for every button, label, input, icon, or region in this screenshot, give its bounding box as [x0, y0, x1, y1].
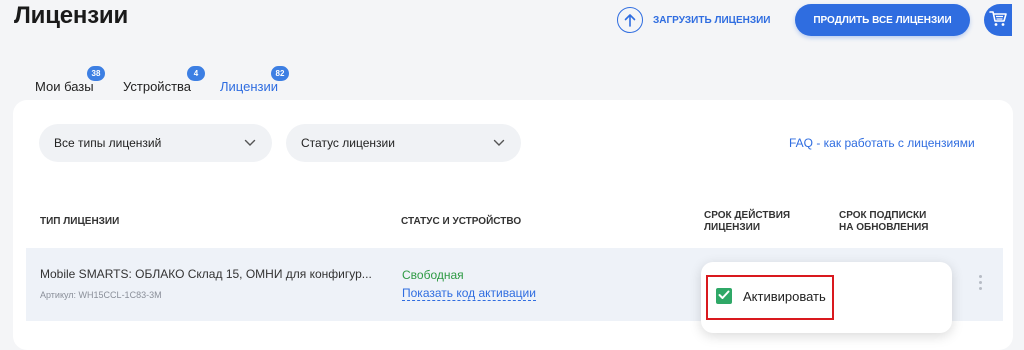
check-icon: [718, 287, 730, 305]
show-activation-code-link[interactable]: Показать код активации: [402, 286, 536, 301]
faq-link[interactable]: FAQ - как работать с лицензиями: [789, 136, 975, 150]
kebab-menu-icon[interactable]: [973, 272, 987, 292]
license-type-select[interactable]: Все типы лицензий: [39, 124, 272, 162]
activate-option[interactable]: Активировать: [743, 289, 826, 304]
tab-licenses-count-badge: 82: [271, 66, 289, 81]
renew-all-licenses-button[interactable]: ПРОДЛИТЬ ВСЕ ЛИЦЕНЗИИ: [795, 4, 970, 36]
upload-licenses-label: ЗАГРУЗИТЬ ЛИЦЕНЗИИ: [653, 14, 771, 26]
license-type-select-value: Все типы лицензий: [54, 136, 162, 150]
cart-button[interactable]: [984, 4, 1012, 36]
page-title: Лицензии: [14, 2, 129, 29]
license-status-select-value: Статус лицензии: [301, 136, 395, 150]
activate-checkbox[interactable]: [716, 288, 732, 304]
tab-licenses[interactable]: Лицензии: [220, 79, 278, 94]
tab-devices-count-badge: 4: [187, 66, 205, 81]
upload-icon: [617, 7, 643, 33]
column-header-status-device: СТАТУС И УСТРОЙСТВО: [401, 216, 522, 227]
chevron-down-icon: [493, 136, 505, 150]
license-sku: Артикул: WH15CCL-1C83-3M: [40, 290, 162, 300]
cart-icon: [988, 8, 1008, 33]
tab-my-databases[interactable]: Мои базы: [35, 79, 94, 94]
license-name: Mobile SMARTS: ОБЛАКО Склад 15, ОМНИ для…: [40, 267, 372, 281]
license-status-select[interactable]: Статус лицензии: [286, 124, 521, 162]
upload-licenses-button[interactable]: ЗАГРУЗИТЬ ЛИЦЕНЗИИ: [617, 7, 770, 33]
chevron-down-icon: [244, 136, 256, 150]
column-header-subscription: СРОК ПОДПИСКИ НА ОБНОВЛЕНИЯ: [839, 210, 929, 233]
license-status: Свободная: [402, 268, 464, 282]
column-header-license-validity: СРОК ДЕЙСТВИЯ ЛИЦЕНЗИИ: [704, 210, 791, 233]
tab-my-databases-count-badge: 38: [87, 66, 105, 81]
tab-devices[interactable]: Устройства: [123, 79, 191, 94]
column-header-license-type: ТИП ЛИЦЕНЗИИ: [40, 216, 120, 227]
